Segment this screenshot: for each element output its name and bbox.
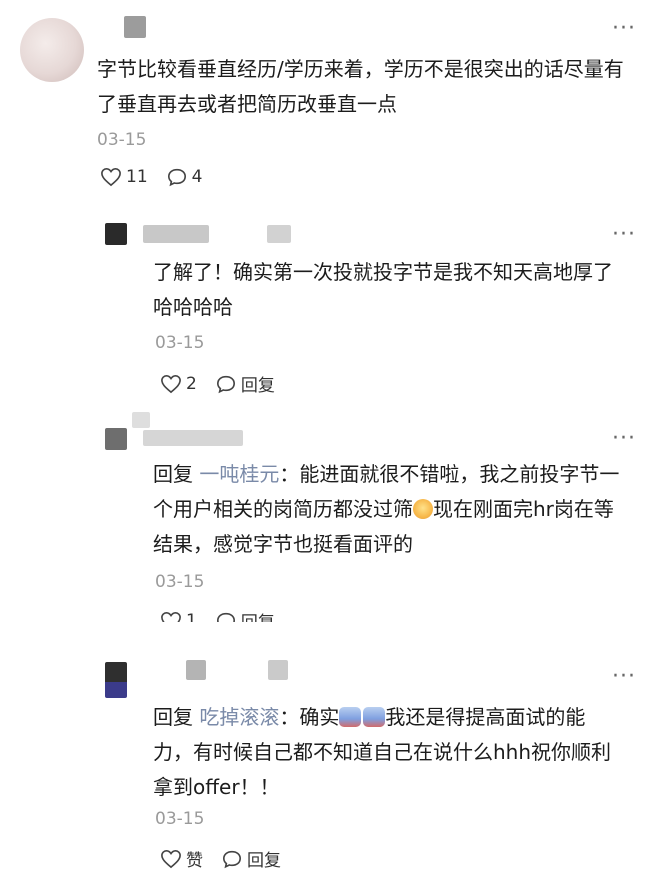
avatar[interactable] <box>105 223 127 245</box>
heart-icon <box>161 611 181 622</box>
reply-target-link[interactable]: 一吨桂元 <box>199 462 279 486</box>
username-blurred <box>267 225 291 243</box>
reply-date: 03-15 <box>155 333 205 353</box>
comment-bubble-icon <box>222 850 242 868</box>
more-dots-icon[interactable]: ··· <box>612 666 636 688</box>
reply-date: 03-15 <box>155 572 205 592</box>
like-button[interactable]: 2 <box>160 374 197 394</box>
username-blurred[interactable] <box>186 660 206 680</box>
reply-prefix: 回复 <box>153 462 200 486</box>
avatar[interactable] <box>105 662 127 698</box>
sweat-emoji-icon <box>339 707 362 727</box>
username-blurred[interactable] <box>143 225 209 243</box>
comment-bubble-icon <box>216 375 235 393</box>
reply-label: 回复 <box>241 608 275 622</box>
like-count: 1 <box>186 610 197 623</box>
comment-bubble-icon <box>216 612 235 622</box>
more-dots-icon[interactable]: ··· <box>612 428 636 450</box>
username-blurred[interactable] <box>132 412 150 428</box>
reply-count: 4 <box>191 167 203 187</box>
reply-date: 03-15 <box>155 809 205 829</box>
reply-text-part: ：确实 <box>279 705 340 729</box>
comment-text: 字节比较看垂直经历/学历来着，学历不是很突出的话尽量有了垂直再去或者把简历改垂直… <box>97 57 624 116</box>
like-count: 11 <box>126 167 148 187</box>
reply-target-link[interactable]: 吃掉滚滚 <box>199 705 279 729</box>
more-dots-icon[interactable]: ··· <box>612 224 636 246</box>
reply-button[interactable]: 回复 <box>215 608 275 622</box>
username-blurred <box>143 430 243 446</box>
username-blurred[interactable] <box>124 16 146 38</box>
reply-count-button[interactable]: 4 <box>166 167 203 187</box>
like-button[interactable]: 11 <box>100 167 148 187</box>
reply-text: 回复 吃掉滚滚：确实 我还是得提高面试的能力，有时候自己都不知道自己在说什么hhh… <box>153 700 621 805</box>
like-button[interactable]: 1 <box>160 610 197 623</box>
like-count: 2 <box>186 373 197 394</box>
reply-text: 了解了！确实第一次投就投字节是我不知天高地厚了哈哈哈哈 <box>153 260 613 319</box>
more-dots-icon[interactable]: ··· <box>612 18 636 40</box>
crying-emoji-icon <box>413 499 433 519</box>
heart-icon <box>101 167 121 187</box>
reply-button[interactable]: 回复 <box>215 371 275 396</box>
avatar[interactable] <box>20 18 84 82</box>
username-blurred <box>268 660 288 680</box>
avatar[interactable] <box>105 428 127 450</box>
reply-button[interactable]: 回复 <box>221 846 281 871</box>
reply-text: 回复 一吨桂元：能进面就很不错啦，我之前投字节一个用户相关的岗简历都没过筛 现在刚… <box>153 457 633 562</box>
reply-label: 回复 <box>247 851 281 871</box>
like-button[interactable]: 赞 <box>160 846 203 871</box>
heart-icon <box>161 849 181 868</box>
comment-date: 03-15 <box>97 130 147 150</box>
heart-icon <box>161 374 181 393</box>
like-label: 赞 <box>186 851 203 871</box>
reply-prefix: 回复 <box>153 705 200 729</box>
comment-bubble-icon <box>167 168 186 187</box>
reply-label: 回复 <box>240 376 275 396</box>
sweat-emoji-icon <box>363 707 386 727</box>
